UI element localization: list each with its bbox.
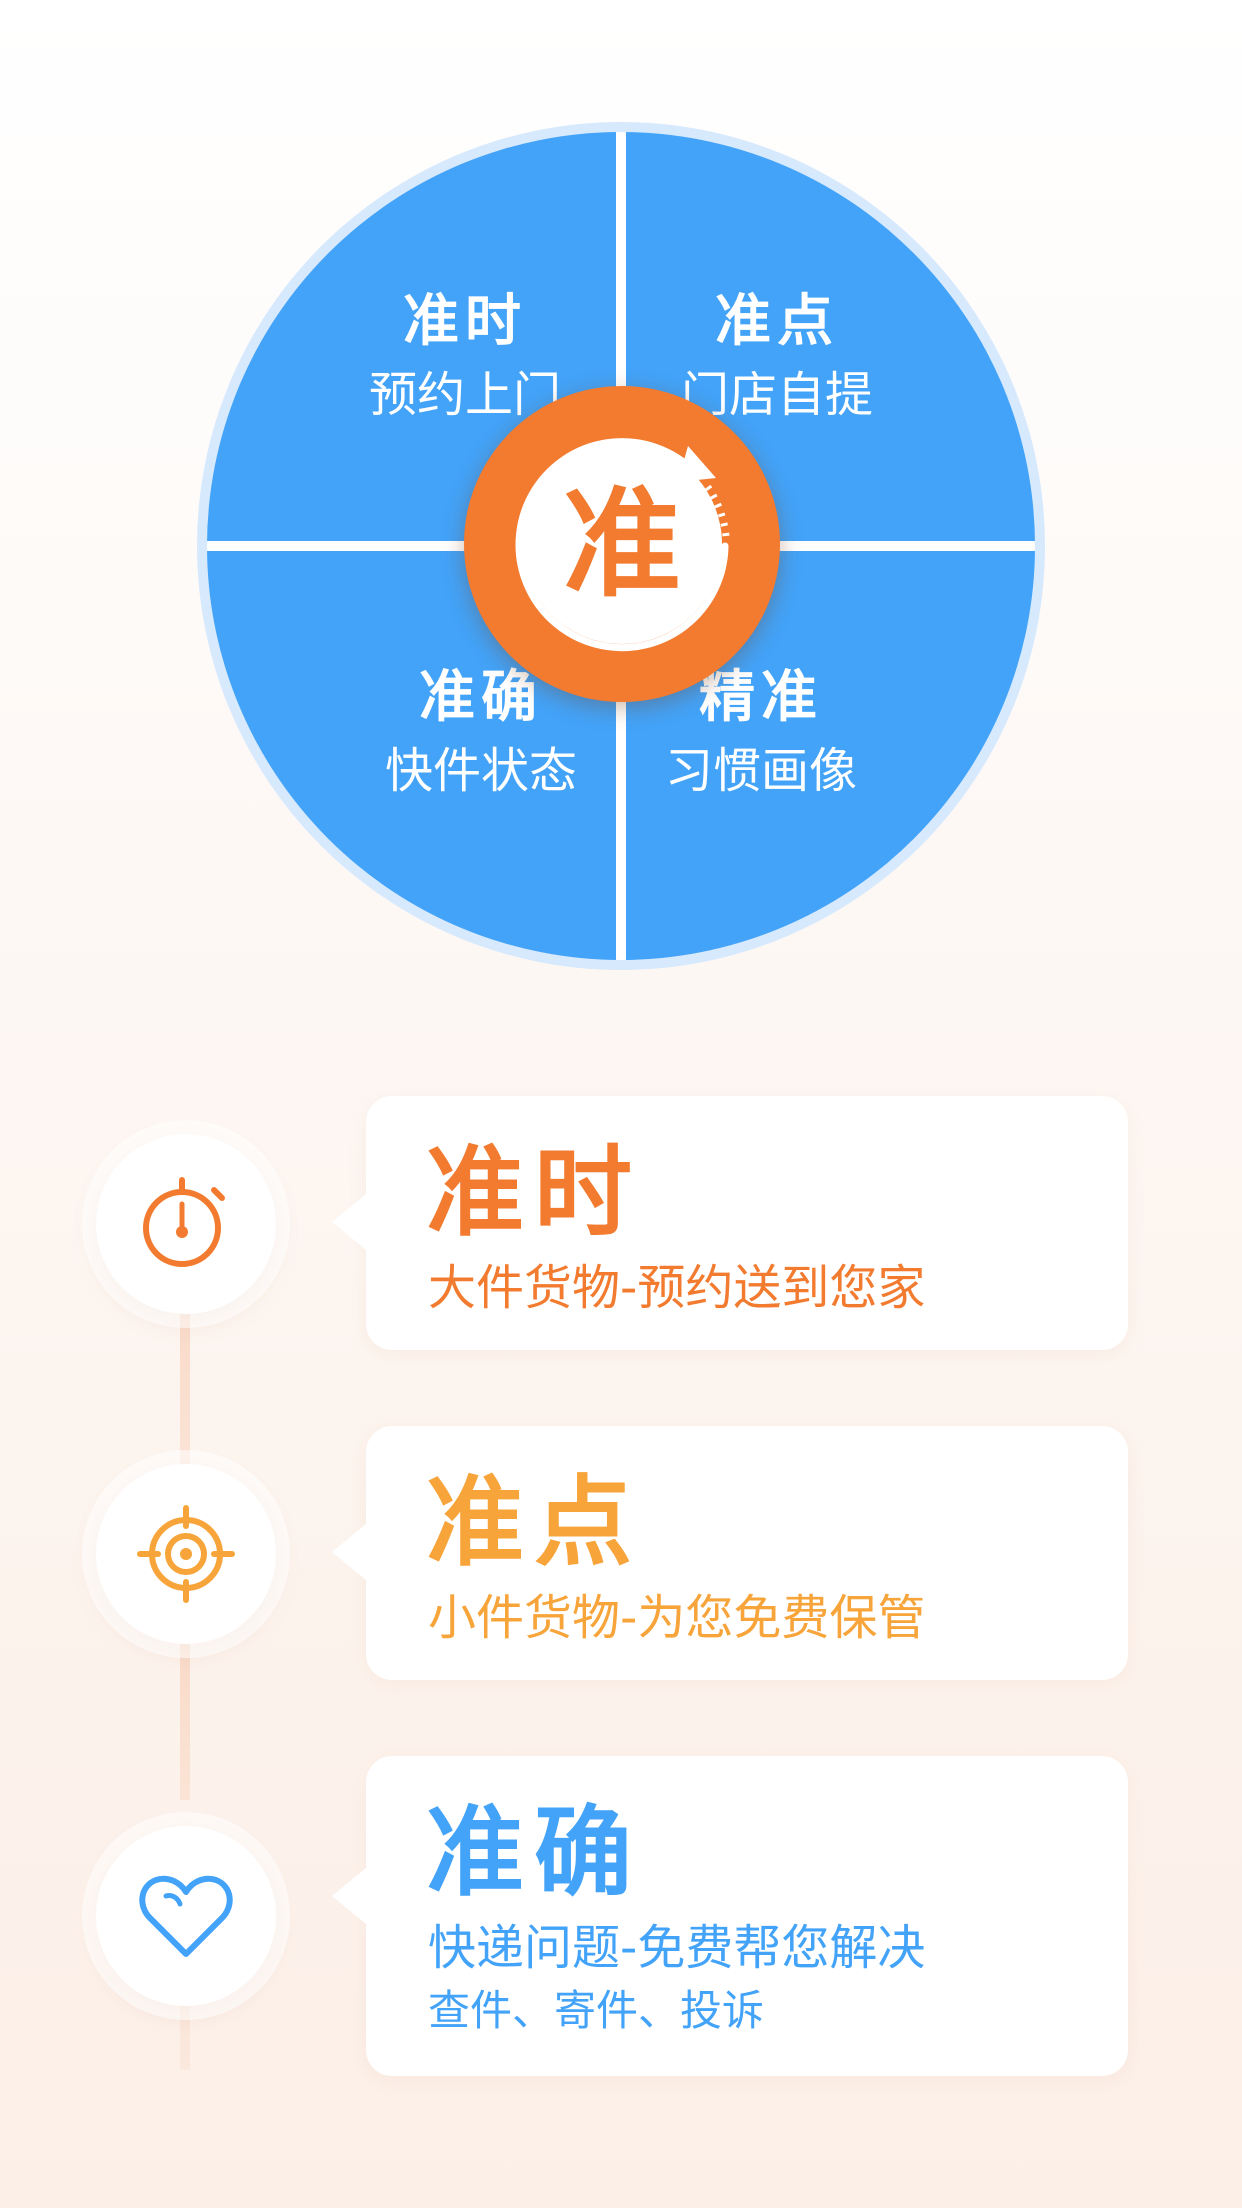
feature-detail: 查件、寄件、投诉: [428, 1986, 765, 2035]
feature-title: 准点: [426, 1466, 643, 1580]
feature-icon-badge-on-time: [96, 1134, 276, 1314]
feature-subtitle: 小件货物-为您免费保管: [428, 1590, 926, 1646]
heart-icon: [139, 1875, 233, 1957]
timeline-connector: [180, 1630, 190, 1800]
feature-card-punctual: 准点 小件货物-为您免费保管: [332, 1426, 1128, 1680]
feature-subtitle: 大件货物-预约送到您家: [428, 1260, 926, 1316]
feature-card-on-time: 准时 大件货物-预约送到您家: [332, 1096, 1128, 1350]
feature-title: 准确: [426, 1796, 643, 1910]
feature-icon-badge-punctual: [96, 1464, 276, 1644]
quadrant-subtitle: 习惯画像: [664, 743, 857, 799]
feature-subtitle: 快递问题-免费帮您解决: [428, 1920, 926, 1976]
timeline-connector: [180, 1300, 190, 1470]
wheel-hub-badge: 准: [464, 386, 780, 702]
quadrant-title: 准点: [715, 289, 839, 354]
feature-icon-badge-accurate: [96, 1826, 276, 2006]
quadrant-subtitle: 快件状态: [384, 743, 577, 799]
feature-title: 准时: [426, 1136, 643, 1250]
feature-card-accurate: 准确 快递问题-免费帮您解决 查件、寄件、投诉: [332, 1756, 1128, 2076]
stopwatch-icon: [143, 1177, 225, 1267]
hub-character: 准: [562, 475, 681, 613]
target-icon: [137, 1505, 235, 1603]
quadrant-title: 准时: [403, 289, 527, 354]
